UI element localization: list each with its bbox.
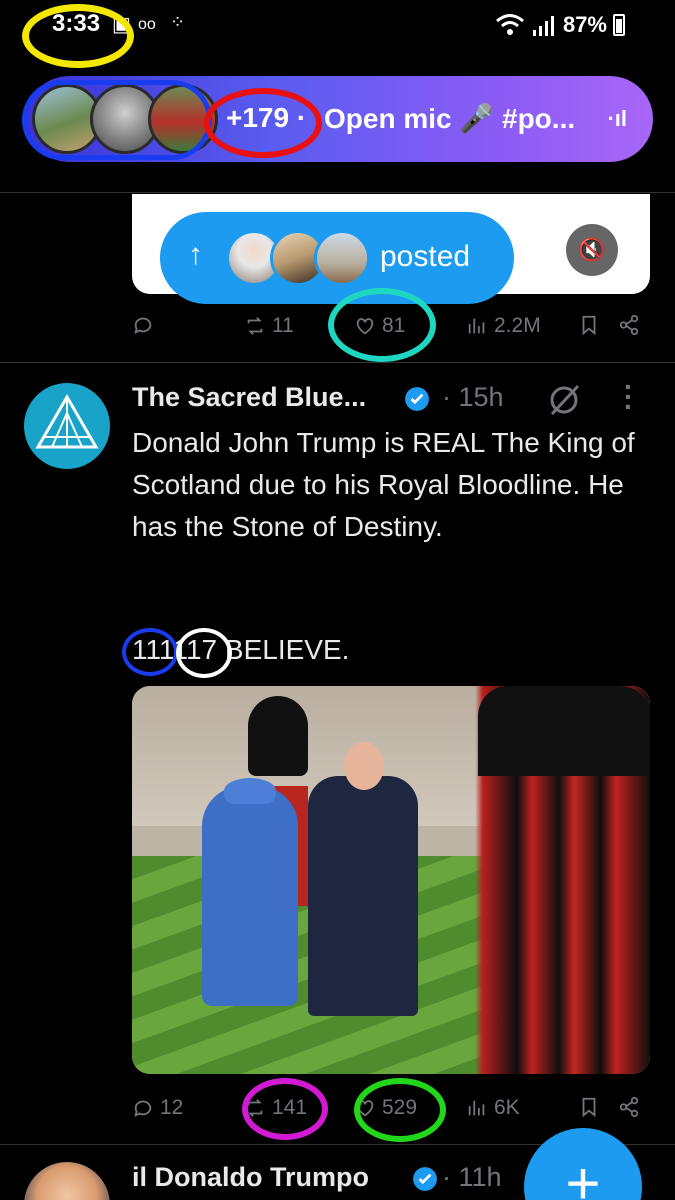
image-icon: ▣ (112, 14, 131, 36)
like-button[interactable]: 81 (354, 314, 405, 338)
reply-icon (134, 1100, 152, 1118)
repost-count: 11 (272, 314, 294, 337)
battery-icon (613, 14, 625, 36)
share-button[interactable] (618, 1096, 640, 1118)
verified-badge-icon (413, 1167, 437, 1191)
tent-logo-icon (35, 394, 99, 449)
like-button[interactable]: 529 (354, 1096, 417, 1120)
space-title: Open mic 🎤 #po... (324, 103, 576, 134)
more-options-icon[interactable]: · · · (624, 373, 633, 421)
like-count: 529 (382, 1096, 418, 1119)
views-button[interactable]: 2.2M (466, 314, 541, 338)
mute-icon[interactable]: 🔇 (566, 224, 618, 276)
arrow-up-icon: ↑ (188, 238, 203, 271)
poster-avatar (314, 230, 370, 286)
wifi-icon (496, 14, 524, 35)
dots-grid-icon: ⁘ (170, 12, 186, 32)
repost-button[interactable]: 141 (244, 1096, 307, 1120)
views-icon (468, 318, 485, 334)
repost-count: 141 (272, 1096, 308, 1119)
spaces-banner[interactable]: +179 · Open mic 🎤 #po... ·ıl (26, 76, 653, 162)
tweet-extra-line: 111117 BELIEVE. (132, 634, 349, 666)
previous-tweet-actions: 11 81 2.2M (0, 314, 675, 354)
verified-badge-icon (405, 387, 429, 411)
divider (0, 362, 675, 363)
bookmark-icon (582, 315, 596, 336)
repost-icon (247, 317, 263, 335)
bookmark-button[interactable] (578, 314, 600, 336)
status-bar: 3:33 ▣ oo ⁘ 87% (0, 0, 675, 56)
like-count: 81 (382, 314, 406, 337)
author-name[interactable]: The Sacred Blue... (132, 382, 366, 413)
views-count: 2.2M (494, 314, 541, 337)
space-listener-count: +179 · (226, 102, 307, 133)
bookmark-icon (582, 1097, 596, 1118)
compose-button[interactable]: + (524, 1128, 642, 1200)
reply-button[interactable]: 12 (132, 1096, 183, 1120)
tweet-text: Donald John Trump is REAL The King of Sc… (132, 427, 635, 542)
tweet-time[interactable]: · 15h (442, 382, 504, 413)
heart-icon (356, 1100, 374, 1117)
audio-bars-icon: ·ıl (607, 106, 627, 131)
photo-figure-blue (202, 786, 298, 1006)
photo-figure-suit (308, 776, 418, 1016)
grok-icon[interactable] (546, 382, 582, 418)
heart-icon (356, 318, 374, 335)
share-button[interactable] (618, 314, 640, 336)
photo-guard-row (460, 686, 650, 1074)
reply-icon (134, 317, 152, 335)
voicemail-icon: oo (138, 16, 156, 33)
share-icon (619, 1096, 639, 1118)
tweet-word: BELIEVE. (217, 634, 350, 665)
share-icon (619, 314, 639, 336)
repost-icon (247, 1099, 263, 1117)
status-time: 3:33 (52, 10, 101, 37)
photo-hat (224, 778, 276, 804)
battery-percent: 87% (562, 12, 607, 37)
reply-count: 12 (160, 1096, 184, 1119)
tweet-time[interactable]: · 11h (442, 1162, 502, 1193)
tweet-number-a: 111 (132, 634, 173, 665)
new-posts-pill[interactable]: ↑ posted (160, 212, 514, 304)
views-count: 6K (494, 1096, 520, 1119)
signal-icon (533, 16, 554, 36)
divider (0, 192, 675, 193)
tweet-number-b: 117 (172, 634, 218, 665)
author-name[interactable]: il Donaldo Trumpo (132, 1162, 369, 1193)
bookmark-button[interactable] (578, 1096, 600, 1118)
repost-button[interactable]: 11 (244, 314, 294, 338)
posted-label: posted (380, 240, 471, 273)
reply-button[interactable] (132, 314, 160, 336)
photo-head (344, 742, 384, 790)
views-button[interactable]: 6K (466, 1096, 520, 1120)
author-avatar[interactable] (24, 383, 110, 469)
space-host-avatar (148, 84, 218, 154)
tweet-photo[interactable] (132, 686, 650, 1074)
author-avatar[interactable] (24, 1162, 110, 1200)
views-icon (468, 1100, 485, 1116)
